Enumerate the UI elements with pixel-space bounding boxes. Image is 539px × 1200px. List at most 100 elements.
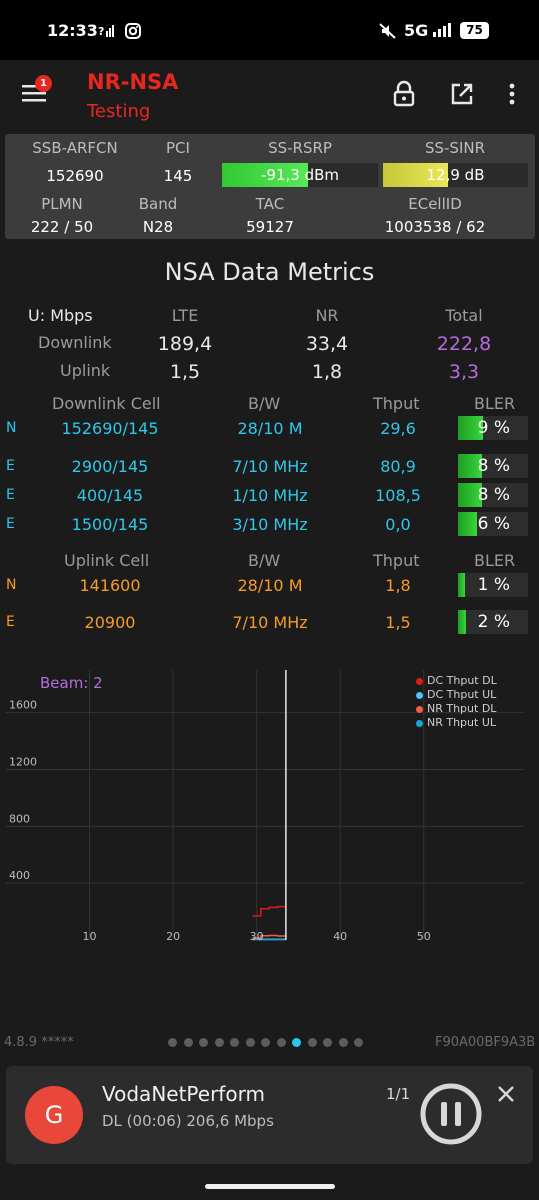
page-dot[interactable] xyxy=(245,1038,255,1047)
page-dot[interactable] xyxy=(338,1038,348,1047)
chart-series xyxy=(252,670,287,941)
ul-row-thput: 1,8 xyxy=(385,576,411,595)
legend-swatch xyxy=(416,719,423,727)
metrics-title: NSA Data Metrics xyxy=(164,258,375,286)
avatar: G xyxy=(25,1086,83,1144)
dl-row-tech: E xyxy=(6,458,15,474)
downlink-total: 222,8 xyxy=(436,333,492,355)
page-dot[interactable] xyxy=(183,1038,193,1047)
page-dot[interactable] xyxy=(276,1038,286,1047)
x-tick-label: 30 xyxy=(250,930,264,943)
page-dot[interactable] xyxy=(199,1038,208,1047)
ul-row-cell: 141600 xyxy=(79,576,141,595)
dl-thput-header: Thput xyxy=(373,394,420,413)
network-type: 5G xyxy=(404,21,429,40)
page-dot[interactable] xyxy=(214,1038,224,1047)
label-ecellid: ECellID xyxy=(408,195,462,213)
ul-row-bler: 2 % xyxy=(458,610,528,634)
app-title: NR-NSA xyxy=(87,70,179,94)
page-dot[interactable] xyxy=(230,1038,239,1047)
page-dot[interactable] xyxy=(354,1038,363,1047)
page-dot[interactable] xyxy=(168,1038,177,1047)
avatar-letter: G xyxy=(44,1101,64,1129)
legend-item: DC Thput DL xyxy=(416,674,497,687)
dl-row-bler-value: 9 % xyxy=(477,418,510,438)
status-bar: 12:33 ? 5G 75 xyxy=(0,0,539,60)
y-tick-label: 1200 xyxy=(9,755,37,768)
dl-row-thput: 108,5 xyxy=(375,486,421,505)
dl-row-cell: 2900/145 xyxy=(71,457,149,476)
more-vert-icon[interactable] xyxy=(506,82,518,106)
dl-row-bler: 6 % xyxy=(458,512,528,536)
dl-row-bw: 3/10 MHz xyxy=(232,515,308,534)
dl-row-bler-value: 8 % xyxy=(477,456,510,476)
uplink-label: Uplink xyxy=(60,361,111,380)
dl-row-bler-value: 6 % xyxy=(477,514,510,534)
dl-row-bw: 7/10 MHz xyxy=(232,457,308,476)
gesture-nav-bar[interactable] xyxy=(205,1184,335,1189)
dl-row-cell: 152690/145 xyxy=(61,419,159,438)
dl-bw-header: B/W xyxy=(248,394,281,413)
legend-label: NR Thput UL xyxy=(427,716,497,729)
dl-row-cell: 1500/145 xyxy=(71,515,149,534)
legend-swatch xyxy=(416,677,423,685)
series-line xyxy=(252,905,287,917)
device-id: F90A00BF9A3B xyxy=(435,1035,536,1050)
notification-counter: 1/1 xyxy=(386,1085,411,1103)
legend-label: DC Thput UL xyxy=(427,688,497,701)
media-notification[interactable]: G VodaNetPerform DL (00:06) 206,6 Mbps 1… xyxy=(6,1066,533,1164)
bler-bar xyxy=(458,573,465,597)
close-icon[interactable] xyxy=(496,1084,516,1104)
version-label: 4.8.9 ***** xyxy=(4,1035,74,1050)
uplink-nr: 1,8 xyxy=(311,361,343,383)
y-tick-label: 800 xyxy=(9,812,30,825)
ul-thput-header: Thput xyxy=(373,551,420,570)
page-dot[interactable] xyxy=(261,1038,270,1047)
value-band: N28 xyxy=(142,218,174,236)
ul-row-cell: 20900 xyxy=(84,613,136,632)
mute-icon xyxy=(379,23,396,39)
dl-row-tech: E xyxy=(6,487,15,503)
page-dot[interactable] xyxy=(307,1038,317,1047)
pause-icon[interactable] xyxy=(419,1082,483,1146)
notification-badge: 1 xyxy=(35,75,52,92)
dl-row-thput: 0,0 xyxy=(385,515,411,534)
signal-icon: ? xyxy=(98,25,114,38)
svg-text:?: ? xyxy=(98,25,104,38)
x-tick-label: 50 xyxy=(417,930,431,943)
x-tick-label: 10 xyxy=(83,930,97,943)
ul-row-bler-value: 1 % xyxy=(477,575,510,595)
bler-bar xyxy=(458,512,477,536)
ul-cell-header: Uplink Cell xyxy=(64,551,150,570)
ul-bler-header: BLER xyxy=(474,551,516,570)
dl-cell-header: Downlink Cell xyxy=(52,394,161,413)
instagram-icon xyxy=(125,23,141,39)
value-ss-rsrp: -91,3 dBm xyxy=(260,166,339,184)
dl-row-thput: 80,9 xyxy=(380,457,416,476)
bler-bar xyxy=(458,610,467,634)
page-dot[interactable] xyxy=(292,1038,301,1047)
legend-label: DC Thput DL xyxy=(427,674,497,687)
open-external-icon[interactable] xyxy=(450,82,474,106)
signal-bars-icon xyxy=(433,23,451,37)
unit-label: U: Mbps xyxy=(28,306,93,325)
dl-row-thput: 29,6 xyxy=(380,419,416,438)
lock-icon[interactable] xyxy=(392,80,416,108)
chart-labels: 10 20 30 40 50 400 800 1200 1600 xyxy=(9,699,431,943)
ul-row-bler: 1 % xyxy=(458,573,528,597)
label-plmn: PLMN xyxy=(41,195,83,213)
label-tac: TAC xyxy=(255,195,285,213)
dl-row-bler: 8 % xyxy=(458,483,528,507)
notification-detail: DL (00:06) 206,6 Mbps xyxy=(102,1112,274,1130)
label-ss-sinr: SS-SINR xyxy=(424,139,486,157)
ul-row-bw: 7/10 MHz xyxy=(232,613,308,632)
value-tac: 59127 xyxy=(246,218,294,236)
page-dot[interactable] xyxy=(323,1038,332,1047)
legend-swatch xyxy=(416,691,423,699)
y-tick-label: 400 xyxy=(9,869,30,882)
value-plmn: 222 / 50 xyxy=(30,218,94,236)
value-ecellid: 1003538 / 62 xyxy=(384,218,486,236)
value-pci: 145 xyxy=(163,167,193,185)
dl-row-bler-value: 8 % xyxy=(477,485,510,505)
ul-bw-header: B/W xyxy=(248,551,281,570)
